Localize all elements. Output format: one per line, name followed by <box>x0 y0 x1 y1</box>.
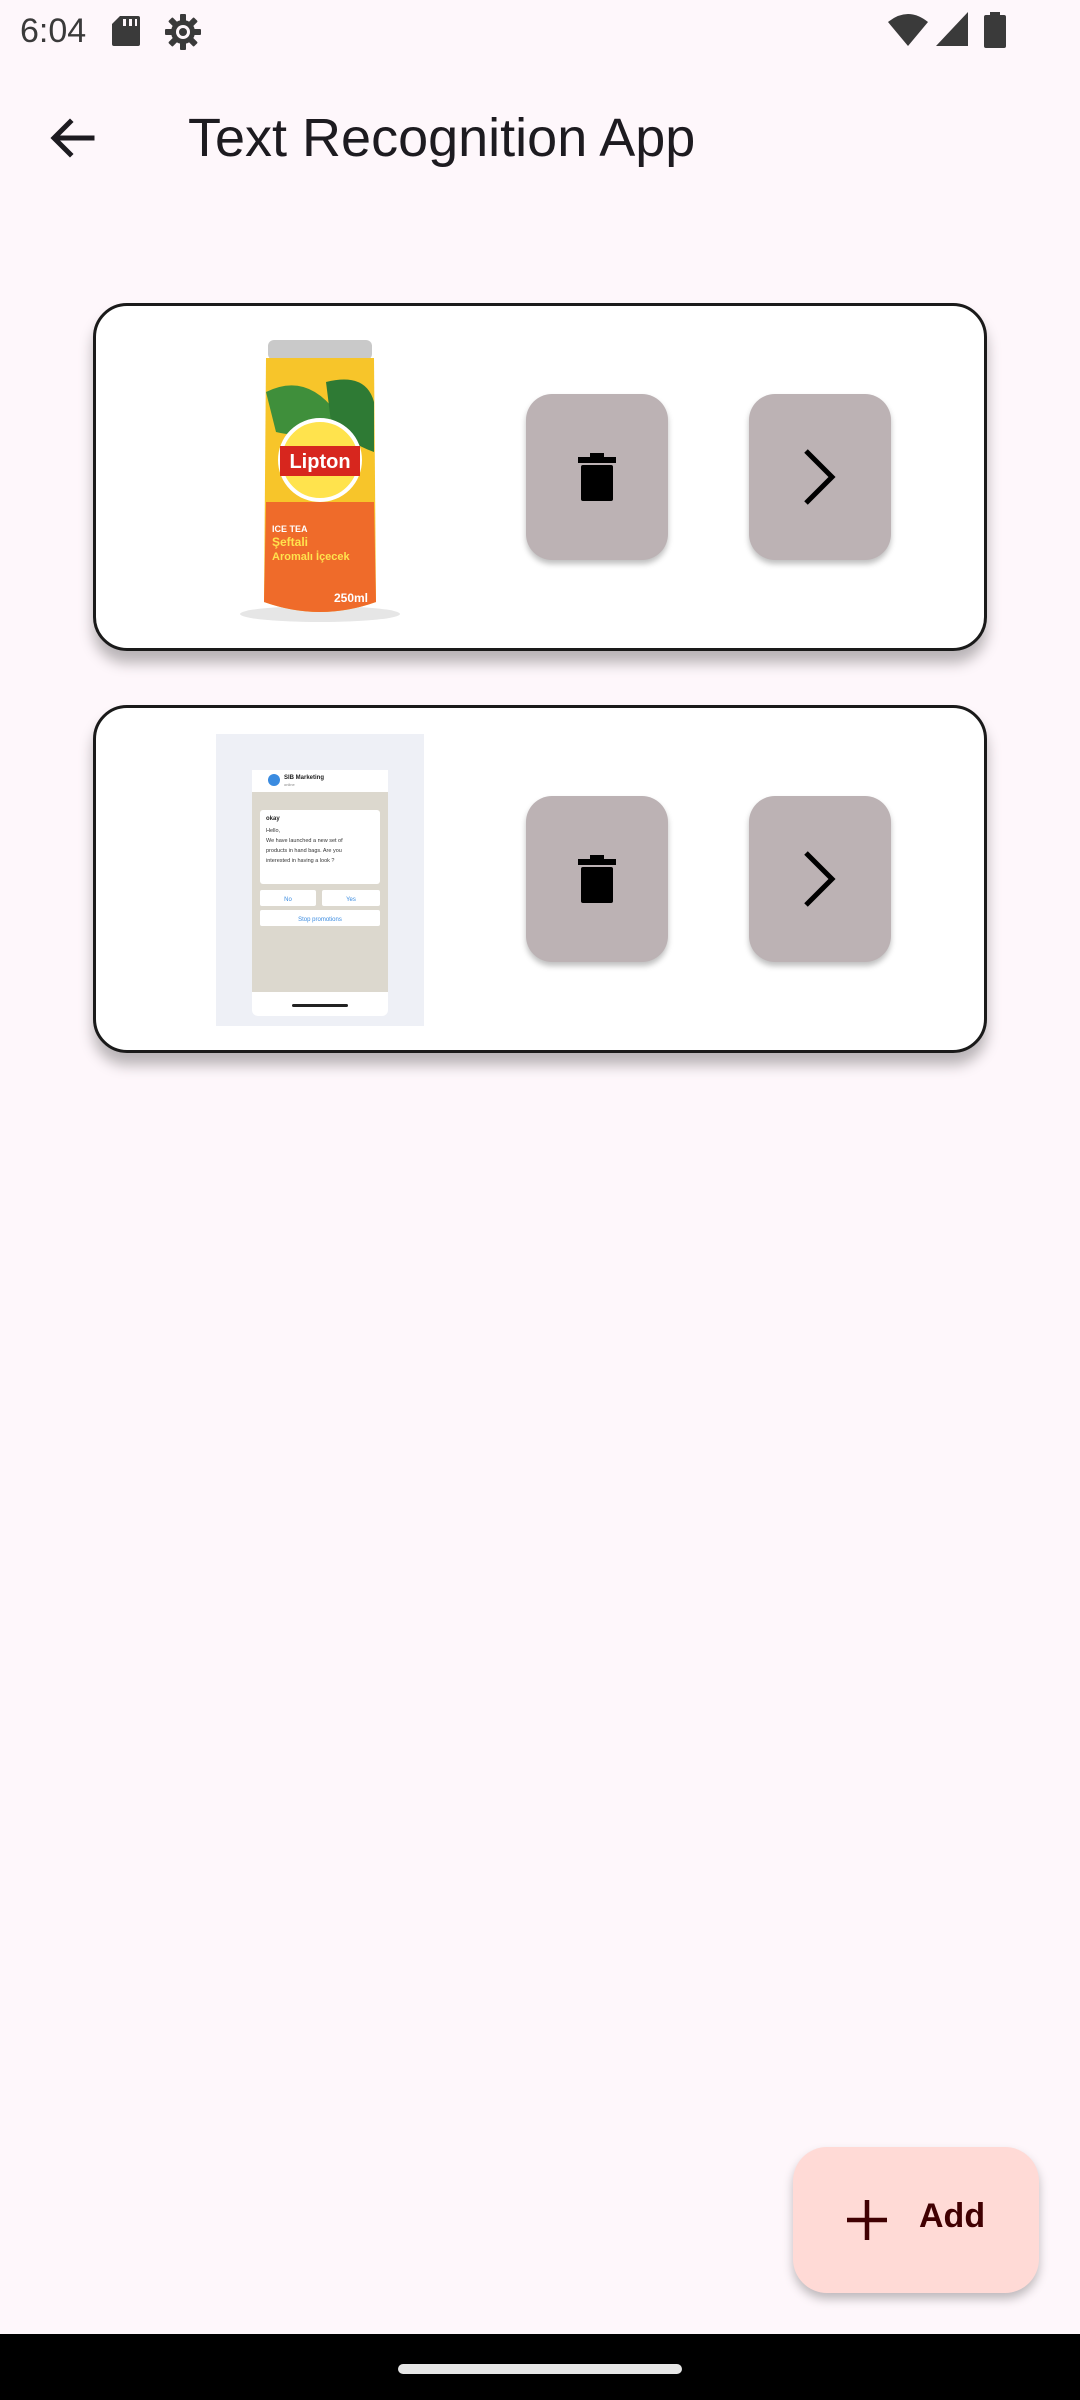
app-bar: Text Recognition App <box>0 62 1080 210</box>
add-button[interactable]: Add <box>793 2147 1039 2293</box>
home-indicator[interactable] <box>398 2364 682 2374</box>
can-brand-text: Lipton <box>289 451 350 473</box>
trash-icon <box>578 855 616 903</box>
screen: 6:04 Text Recognition App Lipton ICE TEA… <box>0 0 1080 2400</box>
chat-msg-line2-text: We have launched a new set of <box>266 838 343 844</box>
page-title: Text Recognition App <box>188 108 696 168</box>
status-bar: 6:04 <box>0 0 1080 62</box>
chat-msg-line1-text: Hello, <box>266 828 281 834</box>
signal-icon <box>936 12 968 46</box>
delete-button[interactable] <box>526 796 668 962</box>
arrow-left-icon <box>50 118 95 158</box>
chevron-right-icon <box>804 449 836 505</box>
chat-msg-title-text: okay <box>266 816 280 822</box>
chat-btn-no-text: No <box>284 897 292 903</box>
chat-msg-line3-text: products in hand bags. Are you <box>266 848 342 854</box>
chat-btn-yes-text: Yes <box>346 897 356 903</box>
can-line1-text: ICE TEA <box>272 524 308 534</box>
chat-screenshot-image: SIB Marketing online okay Hello, We have… <box>216 734 424 1026</box>
add-button-label: Add <box>919 2197 986 2235</box>
can-volume-text: 250ml <box>334 591 368 605</box>
open-button[interactable] <box>749 796 891 962</box>
chat-msg-line4-text: interested in having a look ? <box>266 858 335 864</box>
chat-contact-text: SIB Marketing <box>284 775 324 781</box>
gear-icon <box>165 14 201 50</box>
chat-status-text: online <box>284 782 295 787</box>
wifi-icon <box>888 14 928 46</box>
chevron-right-icon <box>804 851 836 907</box>
sd-card-icon <box>112 16 140 46</box>
image-card: Lipton ICE TEA Şeftali Aromalı İçecek 25… <box>93 303 987 651</box>
lipton-can-image: Lipton ICE TEA Şeftali Aromalı İçecek 25… <box>216 332 424 624</box>
can-line2-text: Şeftali <box>272 535 308 549</box>
delete-button[interactable] <box>526 394 668 560</box>
chat-btn-stop-text: Stop promotions <box>298 917 342 923</box>
image-card: SIB Marketing online okay Hello, We have… <box>93 705 987 1053</box>
battery-icon <box>984 12 1006 48</box>
plus-icon <box>847 2200 887 2240</box>
status-time: 6:04 <box>20 12 87 50</box>
back-button[interactable] <box>36 102 108 174</box>
open-button[interactable] <box>749 394 891 560</box>
can-line3-text: Aromalı İçecek <box>272 550 351 563</box>
navigation-bar <box>0 2334 1080 2400</box>
trash-icon <box>578 453 616 501</box>
